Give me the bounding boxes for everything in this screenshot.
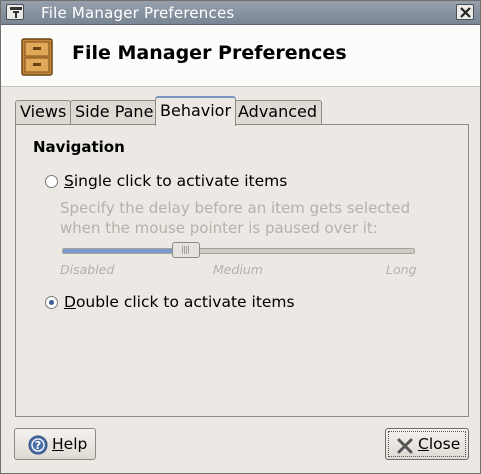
header-banner: File Manager Preferences	[1, 25, 480, 87]
help-icon: ?	[28, 435, 48, 465]
single-click-label[interactable]: Single click to activate items	[64, 172, 287, 190]
single-click-radio[interactable]	[45, 175, 58, 188]
svg-text:?: ?	[35, 439, 41, 452]
double-click-radio[interactable]	[45, 296, 58, 309]
delay-description: Specify the delay before an item gets se…	[60, 199, 411, 237]
title-bar[interactable]: File Manager Preferences	[1, 1, 480, 25]
help-button[interactable]: ? Help	[14, 428, 96, 460]
preferences-window: File Manager Preferences File Manager Pr…	[0, 0, 481, 474]
close-button-label: Close	[418, 435, 461, 453]
window-close-icon[interactable]	[456, 4, 474, 20]
close-button[interactable]: Close	[385, 428, 469, 460]
tab-advanced[interactable]: Advanced	[233, 100, 323, 125]
tab-behavior[interactable]: Behavior	[155, 96, 237, 126]
slider-tick-long: Long	[386, 262, 417, 277]
file-cabinet-icon	[21, 38, 53, 80]
close-x-icon	[396, 435, 414, 465]
help-button-label: Help	[52, 435, 88, 453]
slider-tick-medium: Medium	[213, 262, 263, 277]
window-title: File Manager Preferences	[41, 4, 235, 22]
tab-views[interactable]: Views	[15, 100, 72, 125]
page-title: File Manager Preferences	[72, 42, 347, 64]
delay-slider-thumb[interactable]	[172, 242, 200, 258]
behavior-panel: Navigation Single click to activate item…	[15, 124, 469, 417]
window-menu-icon[interactable]	[6, 4, 24, 20]
navigation-section-title: Navigation	[33, 138, 125, 156]
double-click-label[interactable]: Double click to activate items	[64, 293, 295, 311]
delay-slider-fill	[63, 249, 186, 253]
delay-slider-track[interactable]	[62, 248, 415, 254]
tab-side-pane[interactable]: Side Pane	[70, 100, 159, 125]
slider-tick-disabled: Disabled	[60, 262, 115, 277]
